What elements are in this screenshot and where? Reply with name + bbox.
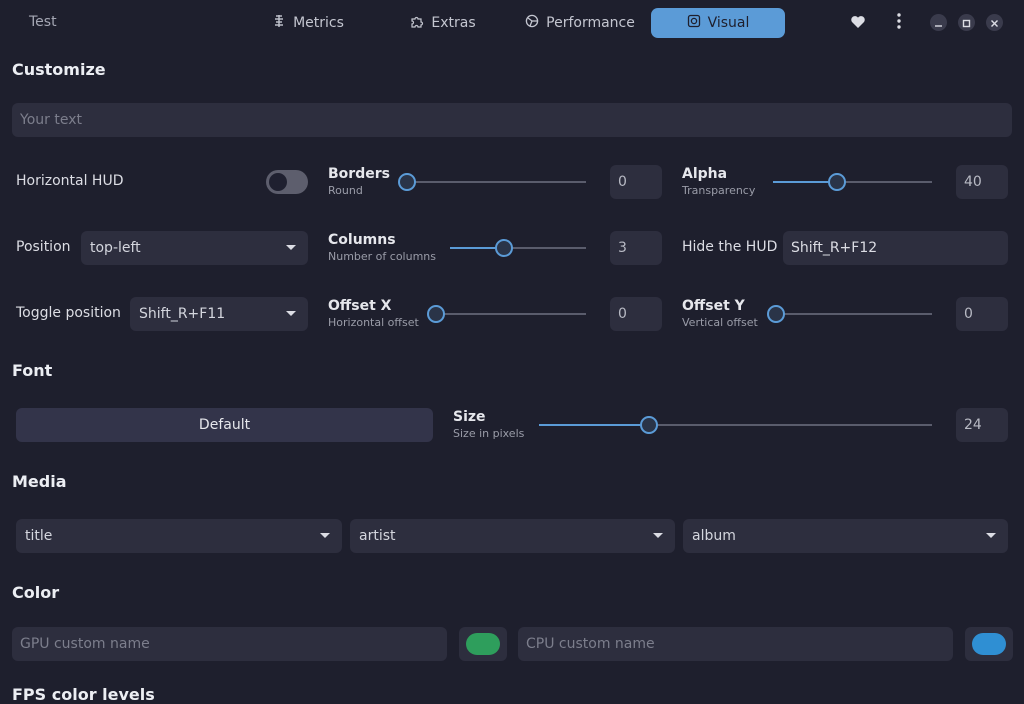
custom-text-input[interactable]: Your text — [12, 103, 1012, 137]
toggle-position-label: Toggle position — [16, 305, 121, 321]
media-title-selected: title — [25, 528, 53, 544]
columns-slider-handle[interactable] — [495, 239, 514, 257]
media-title-dropdown[interactable]: title — [16, 519, 342, 553]
fps-color-levels-section-title: FPS color levels — [12, 685, 155, 704]
font-size-value-field[interactable]: 24 — [956, 408, 1008, 442]
font-size-label: Size — [453, 409, 486, 425]
gpu-custom-name-input[interactable]: GPU custom name — [12, 627, 447, 661]
favorite-button[interactable] — [849, 14, 867, 32]
tab-visual-label: Visual — [707, 15, 750, 31]
chevron-down-icon — [653, 533, 663, 538]
font-size-slider-fill — [539, 424, 650, 426]
offset-y-slider[interactable] — [767, 305, 932, 323]
borders-slider-handle[interactable] — [398, 173, 416, 191]
media-album-selected: album — [692, 528, 736, 544]
chevron-down-icon — [320, 533, 330, 538]
cpu-color-swatch — [972, 633, 1006, 655]
font-size-slider[interactable] — [539, 416, 932, 434]
tab-metrics-label: Metrics — [293, 15, 344, 31]
minimize-icon — [934, 13, 943, 32]
columns-slider[interactable] — [450, 239, 586, 257]
media-artist-dropdown[interactable]: artist — [350, 519, 675, 553]
position-label: Position — [16, 239, 71, 255]
toggle-position-dropdown[interactable]: Shift_R+F11 — [130, 297, 308, 331]
tab-performance-label: Performance — [546, 15, 635, 31]
chevron-down-icon — [986, 533, 996, 538]
alpha-slider[interactable] — [773, 173, 932, 191]
position-dropdown[interactable]: top-left — [81, 231, 308, 265]
maximize-button[interactable] — [958, 14, 975, 31]
position-selected: top-left — [90, 240, 141, 256]
alpha-slider-handle[interactable] — [827, 173, 846, 191]
metrics-icon — [272, 14, 286, 32]
gpu-color-button[interactable] — [459, 627, 507, 661]
offset-x-value-field[interactable]: 0 — [610, 297, 662, 331]
kebab-menu-icon — [897, 13, 901, 33]
tab-extras[interactable]: Extras — [398, 8, 488, 38]
maximize-icon — [962, 13, 971, 32]
offset-y-sublabel: Vertical offset — [682, 316, 758, 329]
puzzle-icon — [410, 14, 424, 32]
tab-extras-label: Extras — [431, 15, 476, 31]
minimize-button[interactable] — [930, 14, 947, 31]
color-section-title: Color — [12, 583, 60, 602]
cpu-color-button[interactable] — [965, 627, 1013, 661]
gauge-icon — [525, 14, 539, 32]
horizontal-hud-label: Horizontal HUD — [16, 173, 124, 189]
tab-metrics[interactable]: Metrics — [258, 8, 358, 38]
header-bar: Test Metrics Extras Performance Visual — [0, 0, 1024, 46]
offset-x-slider-handle[interactable] — [427, 305, 445, 323]
borders-slider[interactable] — [398, 173, 586, 191]
cpu-custom-name-input[interactable]: CPU custom name — [518, 627, 953, 661]
gpu-color-swatch — [466, 633, 500, 655]
horizontal-hud-toggle[interactable] — [266, 170, 308, 194]
tab-performance[interactable]: Performance — [515, 8, 645, 38]
chevron-down-icon — [286, 245, 296, 250]
media-artist-selected: artist — [359, 528, 396, 544]
offset-y-value-field[interactable]: 0 — [956, 297, 1008, 331]
alpha-value-field[interactable]: 40 — [956, 165, 1008, 199]
offset-y-slider-handle[interactable] — [767, 305, 785, 323]
visual-icon — [687, 14, 701, 32]
gpu-custom-name-placeholder: GPU custom name — [20, 636, 150, 652]
font-section-title: Font — [12, 361, 53, 380]
close-icon — [990, 13, 999, 32]
font-size-sublabel: Size in pixels — [453, 427, 525, 440]
offset-x-label: Offset X — [328, 298, 392, 314]
custom-text-placeholder: Your text — [20, 112, 82, 128]
columns-value-field[interactable]: 3 — [610, 231, 662, 265]
borders-sublabel: Round — [328, 184, 363, 197]
offset-x-sublabel: Horizontal offset — [328, 316, 419, 329]
toggle-position-selected: Shift_R+F11 — [139, 306, 226, 322]
columns-sublabel: Number of columns — [328, 250, 437, 263]
tab-visual[interactable]: Visual — [651, 8, 785, 38]
media-album-dropdown[interactable]: album — [683, 519, 1008, 553]
font-default-button[interactable]: Default — [16, 408, 433, 442]
columns-label: Columns — [328, 232, 396, 248]
app-title: Test — [29, 14, 57, 30]
alpha-label: Alpha — [682, 166, 728, 182]
menu-button[interactable] — [890, 13, 908, 33]
borders-label: Borders — [328, 166, 390, 182]
borders-value-field[interactable]: 0 — [610, 165, 662, 199]
customize-section-title: Customize — [12, 60, 106, 79]
toggle-knob — [269, 173, 287, 191]
hide-hud-shortcut-field[interactable]: Shift_R+F12 — [783, 231, 1008, 265]
media-section-title: Media — [12, 472, 67, 491]
font-size-slider-handle[interactable] — [640, 416, 659, 434]
heart-icon — [850, 14, 866, 33]
hide-hud-shortcut-value: Shift_R+F12 — [791, 240, 878, 256]
offset-y-label: Offset Y — [682, 298, 745, 314]
offset-x-slider[interactable] — [427, 305, 586, 323]
alpha-sublabel: Transparency — [682, 184, 756, 197]
cpu-custom-name-placeholder: CPU custom name — [526, 636, 655, 652]
hide-hud-label: Hide the HUD — [682, 239, 778, 255]
close-button[interactable] — [986, 14, 1003, 31]
chevron-down-icon — [286, 311, 296, 316]
